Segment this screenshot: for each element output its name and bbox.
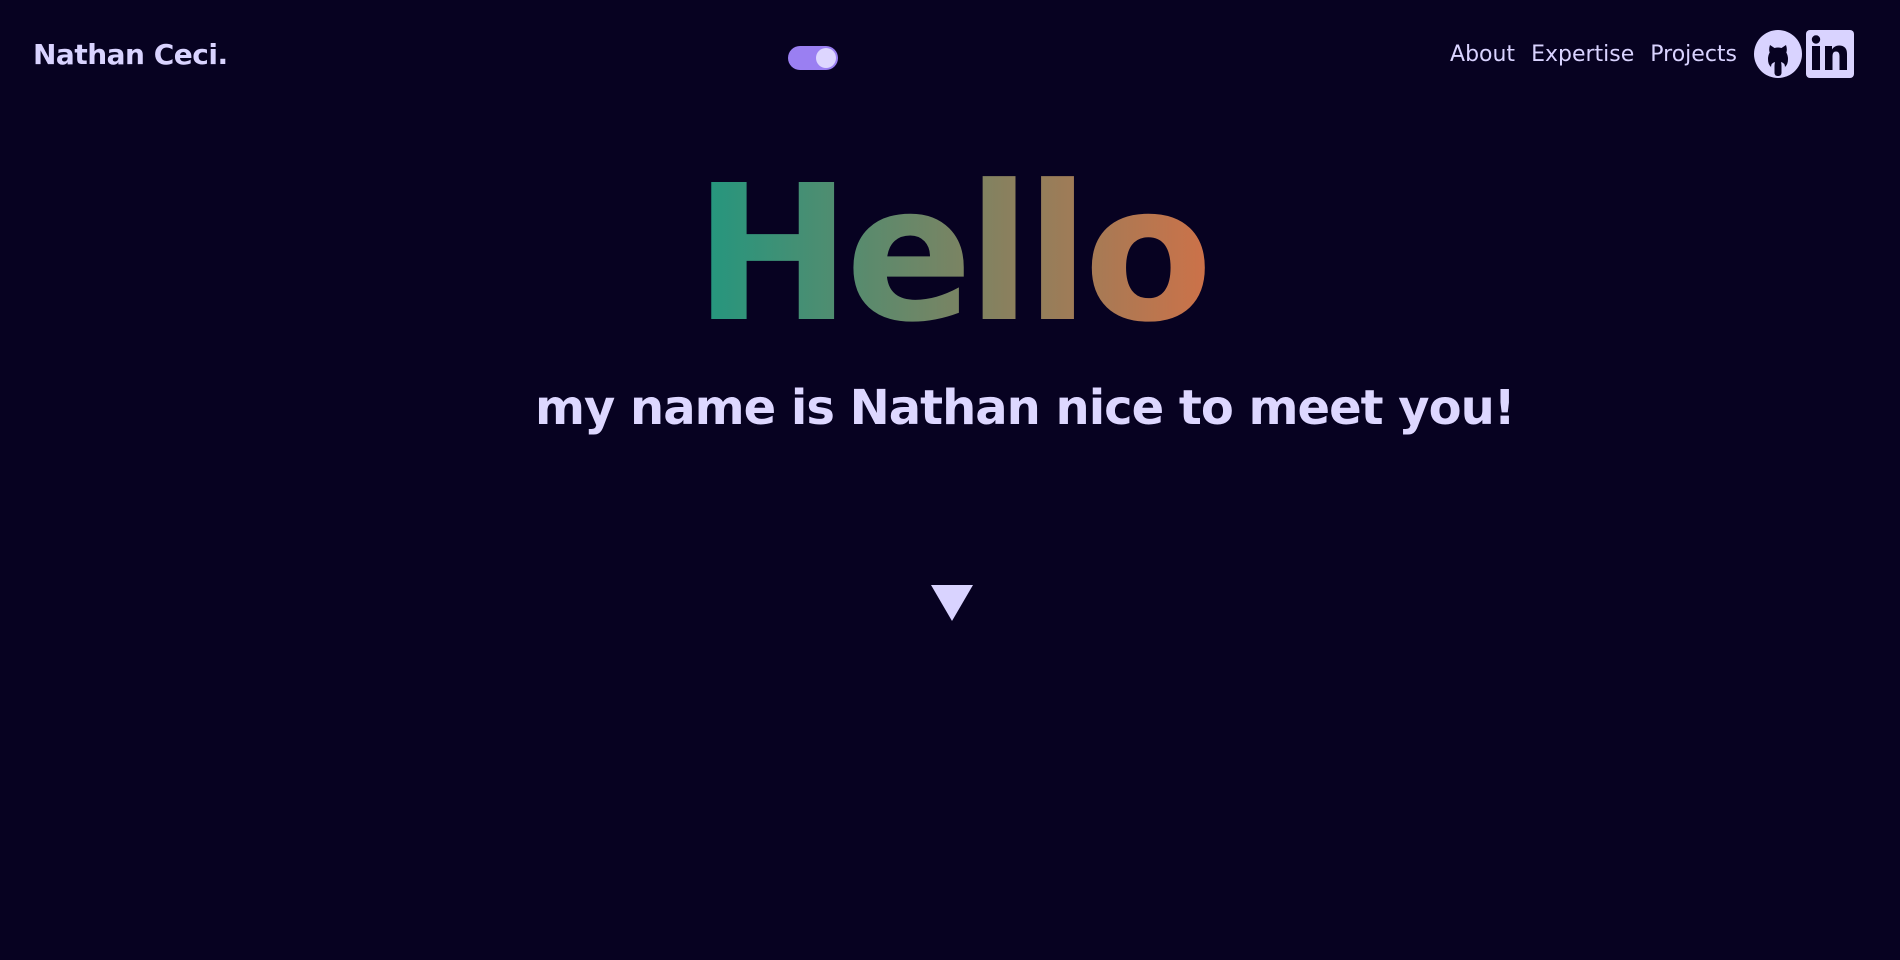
nav-link-expertise[interactable]: Expertise (1531, 42, 1634, 67)
scroll-down-button[interactable] (931, 585, 973, 623)
nav-links: About Expertise Projects (1450, 28, 1855, 80)
github-icon[interactable] (1753, 29, 1803, 79)
nav-link-about[interactable]: About (1450, 42, 1515, 67)
hero-title: Hello, (694, 135, 1214, 360)
toggle-knob (816, 48, 836, 68)
linkedin-icon[interactable] (1805, 29, 1855, 79)
hero-subtitle: my name is Nathan nice to meet you! (535, 380, 1516, 436)
brand-name[interactable]: Nathan Ceci. (33, 38, 228, 71)
navbar: Nathan Ceci. About Expertise Projects (0, 0, 1900, 116)
theme-toggle[interactable] (788, 46, 838, 70)
hero-title-text: Hello, (694, 145, 1214, 360)
triangle-down-icon (931, 585, 973, 621)
nav-link-projects[interactable]: Projects (1650, 42, 1737, 67)
